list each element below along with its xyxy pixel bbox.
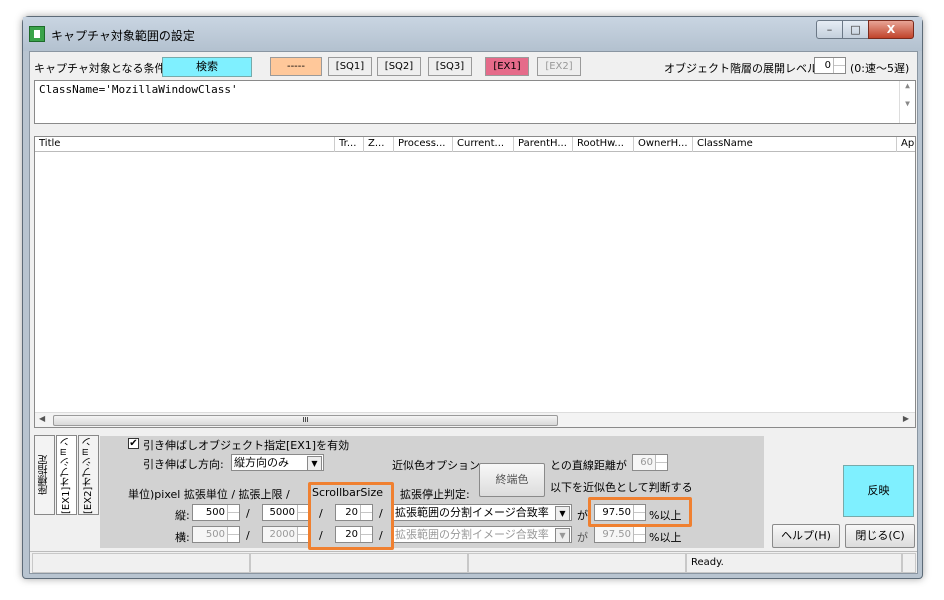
sq3-button[interactable]: [SQ3] [428,57,472,76]
maximize-button[interactable]: □ [842,20,869,39]
threshold-highlight [588,497,692,527]
scroll-left-icon[interactable]: ◀ [39,414,45,423]
table-header: Title Tr... Z... Process... Current... P… [35,137,915,152]
direction-label: 引き伸ばし方向: [143,458,224,471]
scrollbar-size-highlight [308,482,394,550]
vert-unit-spinner[interactable]: 500 [192,504,240,521]
horiz-method-select[interactable]: 拡張範囲の分割イメージ合致率 [392,526,572,543]
app-icon [29,26,45,42]
level-label: オブジェクト階層の展開レベル: [664,62,822,75]
distance-note: 以下を近似色として判断する [550,481,693,494]
close-window-button[interactable]: X [868,20,914,39]
close-button[interactable]: 閉じる(C) [845,524,915,548]
stretch-enable-checkbox[interactable]: ✔ [128,438,139,449]
scroll-thumb[interactable]: III [53,415,558,426]
stop-label: 拡張停止判定: [400,488,470,501]
status-panel-2 [250,553,468,573]
query-scrollbar[interactable]: ▲ ▼ [899,81,915,123]
vert-slash-1: / [246,507,250,520]
dash-button[interactable]: ----- [270,57,322,76]
window-title: キャプチャ対象範囲の設定 [51,29,195,43]
size-grip-icon[interactable] [902,553,916,573]
sq2-button[interactable]: [SQ2] [377,57,421,76]
horiz-ga-label: が [577,531,588,544]
client-area: キャプチャ対象となる条件: 検索 ----- [SQ1] [SQ2] [SQ3]… [29,51,918,574]
distance-label: との直線距離が [550,459,627,472]
col-classname[interactable]: ClassName [693,137,897,152]
col-current[interactable]: Current... [453,137,514,152]
query-text: ClassName='MozillaWindowClass' [39,83,238,96]
tab-coordinates[interactable]: 座標指定 [34,435,55,515]
col-title[interactable]: Title [35,137,335,152]
col-tr[interactable]: Tr... [335,137,364,152]
object-table[interactable]: Title Tr... Z... Process... Current... P… [34,136,916,428]
endpoint-color-button[interactable]: 終端色 [479,463,545,497]
status-panel-1 [32,553,250,573]
horiz-unit-spinner[interactable]: 500 [192,526,240,543]
horiz-label: 横: [175,531,190,544]
col-root[interactable]: RootHw... [573,137,634,152]
help-button[interactable]: ヘルプ(H) [772,524,840,548]
vert-label: 縦: [175,509,190,522]
status-panel-3 [468,553,686,573]
stretch-enable-label: 引き伸ばしオブジェクト指定[EX1]を有効 [143,439,350,452]
col-parent[interactable]: ParentH... [514,137,573,152]
horiz-suffix: %以上 [649,531,682,544]
capture-range-window: キャプチャ対象範囲の設定 – □ X キャプチャ対象となる条件: 検索 ----… [22,16,923,579]
status-bar: Ready. [30,551,917,573]
approx-color-label: 近似色オプション: [392,459,484,472]
unit-header: 単位)pixel 拡張単位 / 拡張上限 / [128,488,290,501]
col-z[interactable]: Z... [364,137,394,152]
col-owner[interactable]: OwnerH... [634,137,693,152]
scroll-right-icon[interactable]: ▶ [903,414,909,423]
level-spinner[interactable]: 0 [814,57,846,74]
col-process[interactable]: Process... [394,137,453,152]
table-hscrollbar[interactable]: ◀ III ▶ [35,412,915,427]
query-textarea[interactable]: ClassName='MozillaWindowClass' ▲ ▼ [34,80,916,124]
col-ap[interactable]: Ap [897,137,917,152]
vert-method-select[interactable]: 拡張範囲の分割イメージ合致率 [392,504,572,521]
horiz-slash-1: / [246,529,250,542]
direction-select[interactable]: 縦方向のみ [231,454,324,471]
tab-ex1-options[interactable]: [EX1]オプション [56,435,77,515]
search-button[interactable]: 検索 [162,57,252,77]
distance-spinner[interactable]: 60 [632,454,668,471]
reflect-button[interactable]: 反映 [843,465,914,517]
sq1-button[interactable]: [SQ1] [328,57,372,76]
option-tabs: 座標指定 [EX1]オプション [EX2]オプション [34,435,99,515]
horiz-threshold-spinner[interactable]: 97.50 [594,526,646,543]
minimize-button[interactable]: – [816,20,843,39]
tab-ex2-options[interactable]: [EX2]オプション [78,435,99,515]
condition-label: キャプチャ対象となる条件: [34,62,170,75]
vert-ga-label: が [577,509,588,522]
vert-limit-spinner[interactable]: 5000 [262,504,310,521]
title-bar[interactable]: キャプチャ対象範囲の設定 – □ X [23,17,922,51]
horiz-limit-spinner[interactable]: 2000 [262,526,310,543]
ex1-button[interactable]: [EX1] [485,57,529,76]
ex2-button[interactable]: [EX2] [537,57,581,76]
level-note: (0:速〜5遅) [850,62,910,75]
status-panel-ready: Ready. [686,553,902,573]
